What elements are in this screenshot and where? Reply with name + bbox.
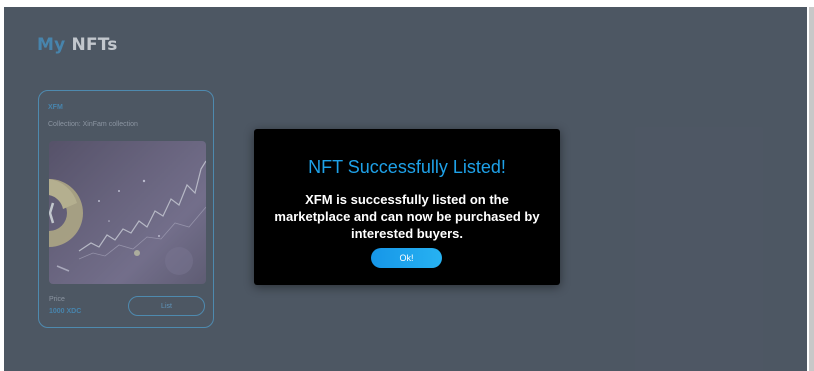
modal-title: NFT Successfully Listed! [308, 157, 506, 177]
ok-button[interactable]: Ok! [371, 248, 442, 268]
scrollbar[interactable] [809, 7, 814, 371]
success-modal: NFT Successfully Listed! XFM is successf… [254, 129, 560, 285]
modal-message: XFM is successfully listed on the market… [274, 192, 540, 241]
